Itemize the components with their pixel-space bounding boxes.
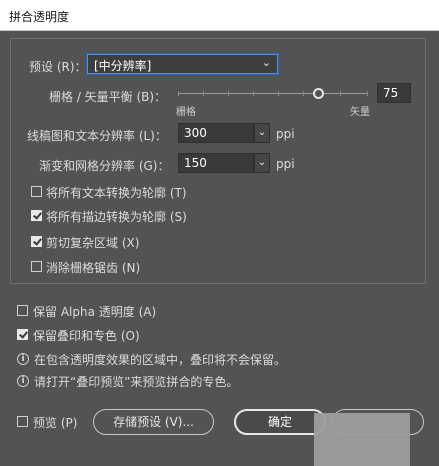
chevron-down-icon: ⌄ [261, 56, 271, 69]
info-text-1: 在包含透明度效果的区域中，叠印将不会保留。 [34, 353, 287, 367]
convert-text-label[interactable]: 将所有文本转换为轮廓 (T) [46, 184, 187, 201]
slider-tick [278, 91, 279, 96]
gradient-mesh-value: 150 [184, 156, 207, 170]
slider-min-label: 栅格 [176, 107, 196, 118]
gradient-mesh-unit: ppi [276, 157, 295, 171]
raster-vector-input[interactable]: 75 [377, 83, 411, 103]
slider-tick [340, 91, 341, 96]
preset-value: [中分辨率] [94, 59, 152, 73]
slider-tick [178, 91, 179, 96]
clip-complex-checkbox[interactable] [31, 236, 42, 247]
slider-tick [303, 91, 304, 96]
preserve-overprint-checkbox[interactable] [17, 329, 28, 340]
slider-tick [367, 91, 368, 96]
ok-button[interactable]: 确定 [234, 409, 326, 435]
slider-tick [203, 91, 204, 96]
window-title: 拼合透明度 [9, 10, 70, 24]
slider-tick [228, 91, 229, 96]
info-circle-icon: i [17, 375, 29, 387]
antialias-raster-checkbox[interactable] [31, 261, 42, 272]
preserve-alpha-checkbox[interactable] [17, 305, 28, 316]
antialias-raster-label[interactable]: 消除栅格锯齿 (N) [46, 259, 140, 276]
chevron-down-icon: ⌄ [257, 127, 267, 138]
gradient-mesh-dropdown-button[interactable]: ⌄ [254, 153, 270, 173]
line-art-input[interactable]: 300 [178, 123, 254, 143]
info-text-2: 请打开“叠印预览”来预览拼合的专色。 [34, 375, 239, 389]
slider-tick [253, 91, 254, 96]
raster-vector-value: 75 [383, 86, 399, 100]
preset-label: 预设 (R)： [29, 60, 87, 74]
line-art-unit: ppi [276, 127, 295, 141]
preset-select[interactable]: [中分辨率] ⌄ [87, 54, 278, 74]
preview-checkbox[interactable] [17, 416, 28, 427]
clip-complex-label[interactable]: 剪切复杂区域 (X) [46, 234, 139, 251]
gradient-mesh-input[interactable]: 150 [178, 153, 254, 173]
convert-strokes-label[interactable]: 将所有描边转换为轮廓 (S) [46, 208, 187, 225]
line-art-label: 线稿图和文本分辨率 (L)： [27, 129, 167, 143]
slider-max-label: 矢量 [350, 107, 370, 118]
info-circle-icon: i [17, 353, 29, 365]
redaction-patch [314, 413, 410, 466]
preserve-overprint-label[interactable]: 保留叠印和专色 (O) [33, 327, 140, 344]
raster-vector-label: 栅格 / 矢量平衡 (B)： [49, 90, 167, 104]
title-bar: 拼合透明度 [0, 0, 439, 31]
preserve-alpha-label[interactable]: 保留 Alpha 透明度 (A) [33, 303, 156, 320]
convert-strokes-checkbox[interactable] [31, 210, 42, 221]
save-preset-button[interactable]: 存储预设 (V)... [93, 409, 214, 435]
slider-knob[interactable] [313, 88, 324, 99]
preview-label[interactable]: 预览 (P) [33, 414, 77, 431]
chevron-down-icon: ⌄ [257, 157, 267, 168]
line-art-value: 300 [184, 126, 207, 140]
gradient-mesh-label: 渐变和网格分辨率 (G)： [39, 159, 170, 173]
convert-text-checkbox[interactable] [31, 186, 42, 197]
line-art-dropdown-button[interactable]: ⌄ [254, 123, 270, 143]
